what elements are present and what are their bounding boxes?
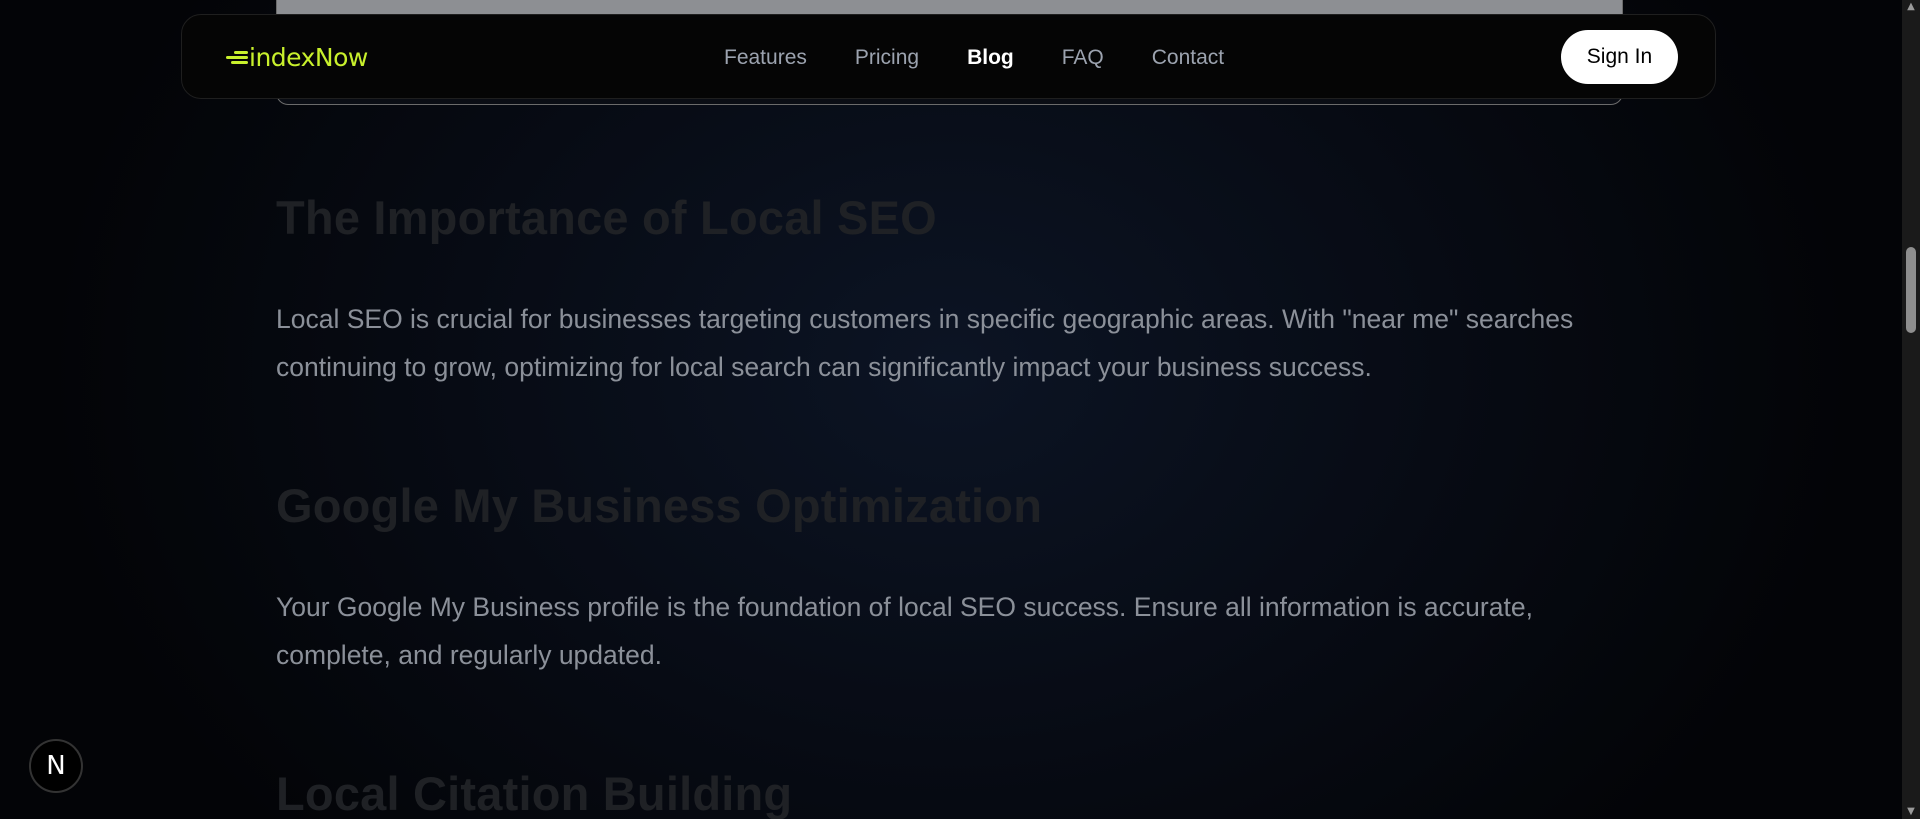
triangle-up-icon[interactable]: ▲ [1902, 0, 1920, 14]
featured-image-strip [277, 0, 1622, 15]
nav-link-features[interactable]: Features [724, 46, 807, 70]
nav-link-pricing[interactable]: Pricing [855, 46, 919, 70]
section-paragraph: Local SEO is crucial for businesses targ… [276, 304, 1574, 382]
next-dev-badge[interactable]: N [29, 739, 83, 793]
logo-text: indexNow [249, 42, 368, 72]
page: The Importance of Local SEO Local SEO is… [0, 0, 1902, 819]
top-navbar: indexNow Features Pricing Blog FAQ Conta… [181, 14, 1716, 99]
nav-link-blog[interactable]: Blog [967, 46, 1014, 70]
speed-lines-icon [224, 47, 248, 67]
section-heading: The Importance of Local SEO [276, 191, 937, 244]
vertical-scrollbar[interactable]: ▲ ▼ [1902, 0, 1920, 819]
triangle-down-icon[interactable]: ▼ [1902, 805, 1920, 819]
scrollbar-thumb[interactable] [1906, 247, 1916, 333]
nav-link-contact[interactable]: Contact [1152, 46, 1224, 70]
sign-in-button[interactable]: Sign In [1561, 30, 1678, 84]
nav-links: Features Pricing Blog FAQ Contact [724, 15, 1272, 100]
section-heading: Local Citation Building [276, 767, 793, 819]
logo[interactable]: indexNow [224, 41, 368, 73]
section-heading: Google My Business Optimization [276, 479, 1043, 532]
nav-link-faq[interactable]: FAQ [1062, 46, 1104, 70]
section-paragraph: Your Google My Business profile is the f… [276, 592, 1533, 670]
badge-letter: N [46, 751, 66, 781]
